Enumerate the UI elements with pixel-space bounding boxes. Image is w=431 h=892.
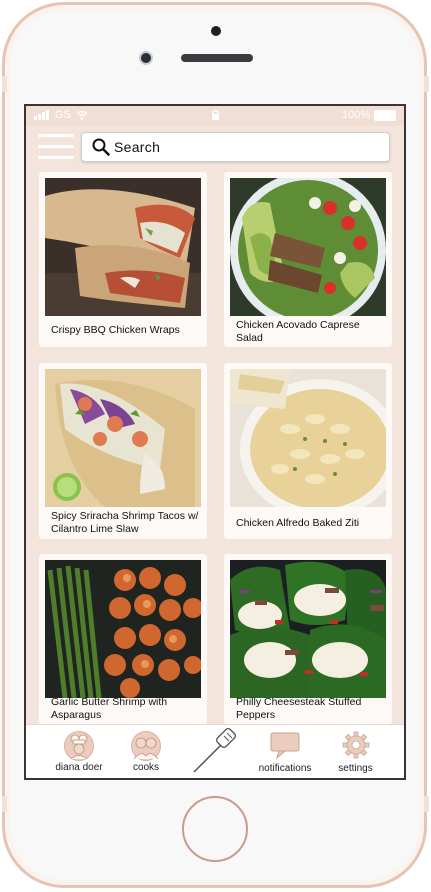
chat-bubble-icon [270,732,300,760]
nav-cooks-label: cooks [132,762,160,773]
side-band [2,796,7,812]
side-band [2,76,7,92]
lock-icon [212,109,219,120]
search-icon [92,138,110,156]
recipe-title: Crispy BBQ Chicken Wraps [51,324,180,336]
bottom-navigation: diana doer cooks notifications settings [26,724,404,778]
recipe-photo [45,560,201,698]
recipe-photo [230,560,386,698]
side-band [424,76,429,92]
search-bar[interactable]: Search [81,132,390,162]
recipe-card[interactable]: Philly Cheesesteak Stuffed Peppers [224,554,392,724]
nav-cooks[interactable]: cooks [121,731,171,773]
recipe-card[interactable]: Garlic Butter Shrimp with Asparagus [39,554,207,724]
recipe-photo [45,369,201,507]
hamburger-menu-icon[interactable] [38,134,74,162]
cooks-icon [131,731,161,761]
nav-settings-label: settings [338,763,373,774]
nav-settings[interactable]: settings [328,731,383,774]
battery-percent: 100% [341,109,370,121]
carrier-name: GS [55,109,71,121]
recipe-photo [230,178,386,316]
recipe-title: Spicy Sriracha Shrimp Tacos w/ Cilantro … [51,510,199,535]
recipe-card[interactable]: Chicken Alfredo Baked Ziti [224,363,392,539]
home-button[interactable] [182,796,248,862]
earpiece-speaker [181,54,253,62]
recipe-photo [230,369,386,507]
status-bar: GS 100% [26,106,404,126]
chef-avatar-icon [64,731,94,761]
nav-profile-label: diana doer [55,762,103,773]
recipe-title: Garlic Butter Shrimp with Asparagus [51,696,168,721]
recipe-photo [45,178,201,316]
app-screen: GS 100% Search Crispy BBQ Chicken Wraps … [24,104,406,780]
spatula-icon [193,727,237,773]
battery-icon [374,109,396,121]
recipe-title: Philly Cheesesteak Stuffed Peppers [236,696,362,721]
recipe-card[interactable]: Crispy BBQ Chicken Wraps [39,172,207,347]
wifi-icon [76,110,88,120]
search-input[interactable]: Search [114,139,160,155]
nav-profile[interactable]: diana doer [49,731,109,773]
side-band [424,796,429,812]
gear-icon [342,731,369,759]
nav-spatula[interactable] [191,727,241,778]
nav-notifications-label: notifications [258,763,312,774]
recipe-title: Chicken Alfredo Baked Ziti [236,517,360,529]
recipe-title: Chicken Acovado Caprese Salad [236,319,360,344]
nav-notifications[interactable]: notifications [249,731,321,774]
signal-icon [34,110,49,120]
front-camera [139,51,153,65]
recipe-card[interactable]: Spicy Sriracha Shrimp Tacos w/ Cilantro … [39,363,207,539]
recipe-card[interactable]: Chicken Acovado Caprese Salad [224,172,392,347]
front-sensor [211,26,221,36]
